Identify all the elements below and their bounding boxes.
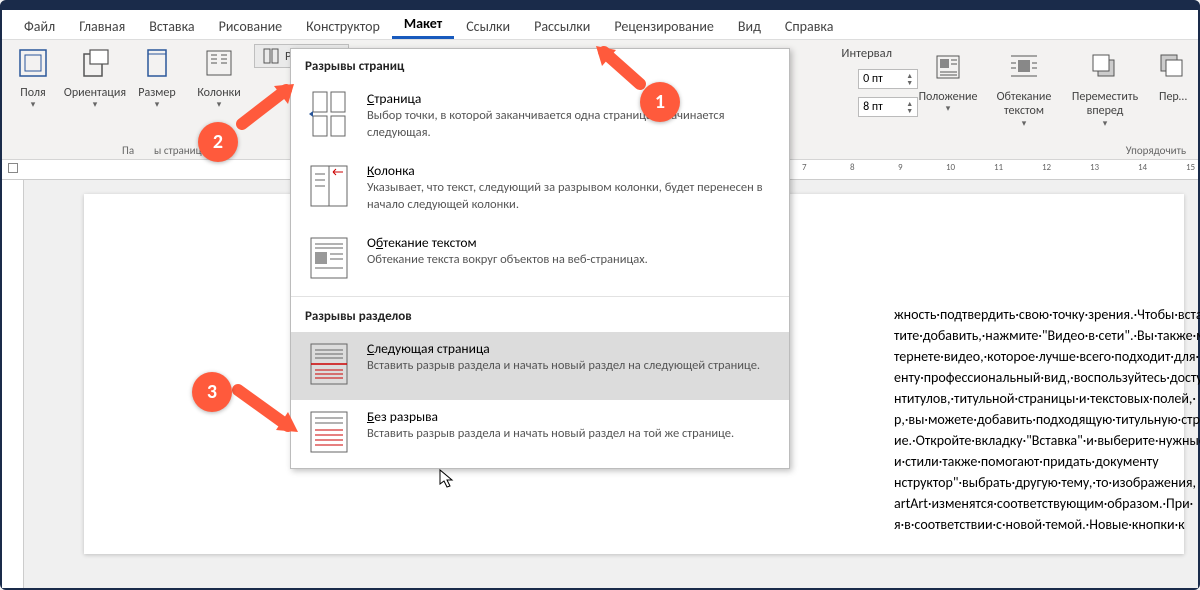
- tab-home[interactable]: Главная: [67, 12, 137, 39]
- annotation-arrow-2: [232, 80, 302, 130]
- ruler-tick: 7: [802, 162, 807, 173]
- dd-page-desc: Выбор точки, в которой заканчивается одн…: [367, 108, 775, 142]
- margins-icon: [16, 46, 50, 80]
- spinner-arrows-icon[interactable]: ▲▼: [906, 100, 913, 114]
- ruler-tick: 10: [946, 162, 955, 173]
- tab-selector-icon[interactable]: [8, 163, 18, 173]
- vertical-ruler[interactable]: [2, 180, 24, 588]
- forward-label: Переместить вперед: [1062, 90, 1148, 119]
- tab-references[interactable]: Ссылки: [454, 12, 522, 39]
- bring-forward-button[interactable]: Переместить вперед▾: [1062, 44, 1148, 134]
- orientation-button[interactable]: Ориентация▾: [64, 40, 126, 130]
- dd-item-page[interactable]: СтраницаВыбор точки, в которой заканчива…: [291, 82, 789, 154]
- tab-review[interactable]: Рецензирование: [602, 12, 726, 39]
- orientation-label: Ориентация: [64, 86, 126, 100]
- section-next-page-icon: [305, 340, 353, 388]
- dd-wrap-desc: Обтекание текста вокруг объектов на веб-…: [367, 252, 648, 269]
- mouse-cursor-icon: [438, 468, 454, 488]
- dd-section-section-breaks: Разрывы разделов: [291, 299, 789, 332]
- spacing-before-value: 0 пт: [863, 72, 883, 86]
- dd-next-desc: Вставить разрыв раздела и начать новый р…: [367, 358, 760, 375]
- dd-wrap-title: Обтекание текстом: [367, 234, 648, 252]
- section-continuous-icon: [305, 408, 353, 456]
- orientation-icon: [78, 46, 112, 80]
- breaks-dropdown: Разрывы страниц СтраницаВыбор точки, в к…: [290, 48, 790, 469]
- annotation-arrow-1: [590, 44, 650, 94]
- tab-mailings[interactable]: Рассылки: [522, 12, 602, 39]
- annotation-badge-1: 1: [640, 82, 680, 122]
- ruler-tick: 8: [850, 162, 855, 173]
- margins-button[interactable]: Поля▾: [2, 40, 64, 130]
- annotation-arrow-3: [230, 382, 306, 438]
- send-backward-icon: [1156, 50, 1190, 84]
- annotation-badge-2: 2: [198, 122, 238, 162]
- tab-layout[interactable]: Макет: [392, 9, 454, 39]
- dd-next-title: Следующая страница: [367, 340, 760, 358]
- page-break-icon: [305, 90, 353, 138]
- size-label: Размер: [138, 86, 175, 100]
- arrange-group-label: Упорядочить: [1126, 144, 1186, 157]
- dd-page-title: Страница: [367, 90, 775, 108]
- dd-section-page-breaks: Разрывы страниц: [291, 49, 789, 82]
- dd-item-column[interactable]: КолонкаУказывает, что текст, следующий з…: [291, 154, 789, 226]
- text-wrap-break-icon: [305, 234, 353, 282]
- spinner-arrows-icon[interactable]: ▲▼: [906, 72, 913, 86]
- dd-cont-title: Без разрыва: [367, 408, 734, 426]
- dd-column-title: Колонка: [367, 162, 775, 180]
- breaks-icon: [263, 48, 279, 64]
- ruler-tick: 15: [1186, 162, 1195, 173]
- page-setup-group-label: Па ы страниц: [122, 144, 202, 157]
- title-bar: [2, 2, 1198, 10]
- ruler-tick: 9: [898, 162, 903, 173]
- dd-separator: [291, 296, 789, 297]
- document-body-text[interactable]: жность·подтвердить·свою·точку·зрения.·Чт…: [894, 304, 1184, 535]
- tab-file[interactable]: Файл: [12, 12, 67, 39]
- ribbon-tabs: Файл Главная Вставка Рисование Конструкт…: [2, 10, 1198, 40]
- ruler-tick: 11: [994, 162, 1003, 173]
- tab-design[interactable]: Конструктор: [294, 12, 392, 39]
- dd-item-next-page[interactable]: Следующая страницаВставить разрыв раздел…: [291, 332, 789, 400]
- dd-item-wrap[interactable]: Обтекание текстомОбтекание текста вокруг…: [291, 226, 789, 294]
- spacing-after-field[interactable]: 8 пт ▲▼: [852, 95, 1018, 119]
- dd-item-continuous[interactable]: Без разрываВставить разрыв раздела и нач…: [291, 400, 789, 468]
- tab-draw[interactable]: Рисование: [207, 12, 295, 39]
- backward-label: Пер…: [1159, 90, 1187, 104]
- ruler-tick: 13: [1090, 162, 1099, 173]
- spacing-before-field[interactable]: 0 пт ▲▼: [852, 67, 1018, 91]
- ruler-tick: 14: [1138, 162, 1147, 173]
- columns-icon: [202, 46, 236, 80]
- size-icon: [140, 46, 174, 80]
- spacing-heading: Интервал: [841, 46, 892, 61]
- send-backward-button[interactable]: Пер…: [1148, 44, 1198, 134]
- annotation-badge-3: 3: [192, 372, 232, 412]
- bring-forward-icon: [1088, 50, 1122, 84]
- tab-insert[interactable]: Вставка: [137, 12, 206, 39]
- ruler-tick: 12: [1042, 162, 1051, 173]
- tab-help[interactable]: Справка: [773, 12, 846, 39]
- dd-column-desc: Указывает, что текст, следующий за разры…: [367, 180, 775, 214]
- dd-cont-desc: Вставить разрыв раздела и начать новый р…: [367, 426, 734, 443]
- tab-view[interactable]: Вид: [726, 12, 773, 39]
- spacing-after-value: 8 пт: [863, 100, 883, 114]
- column-break-icon: [305, 162, 353, 210]
- size-button[interactable]: Размер▾: [126, 40, 188, 130]
- margins-label: Поля: [20, 86, 45, 100]
